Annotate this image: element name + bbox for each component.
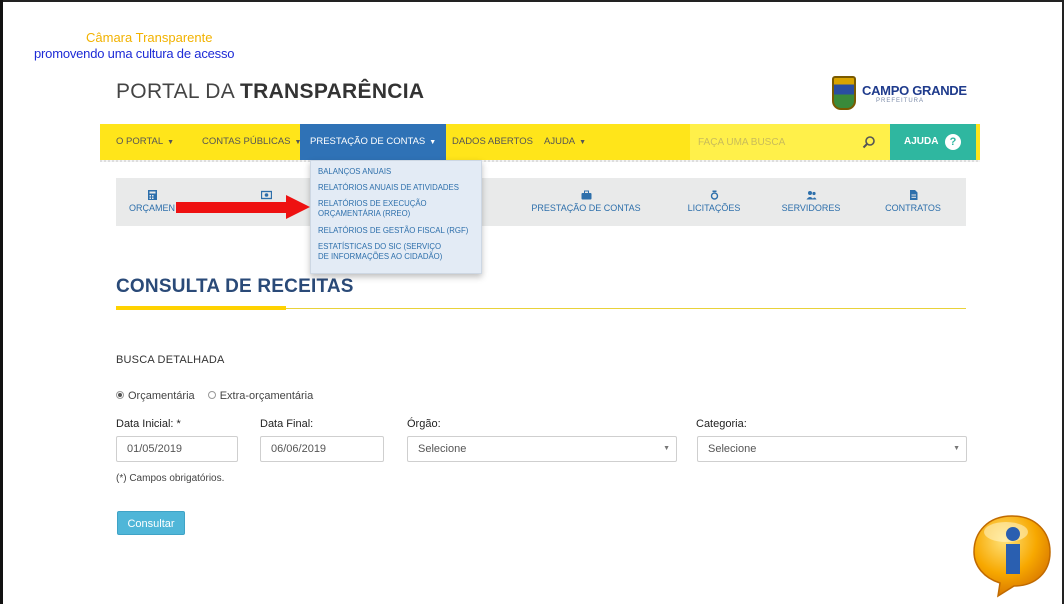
- caret-down-icon: ▼: [167, 139, 175, 146]
- data-inicial-label: Data Inicial: *: [116, 418, 181, 430]
- subnav-orcamento[interactable]: ORÇAMEN: [122, 190, 182, 213]
- site-brand[interactable]: PORTAL DA TRANSPARÊNCIA: [116, 80, 424, 104]
- logo-text: CAMPO GRANDE: [862, 83, 967, 98]
- portal-page: PORTAL DA TRANSPARÊNCIA CAMPO GRANDE PRE…: [100, 68, 980, 604]
- radio-label: Orçamentária: [128, 390, 195, 403]
- crest-icon: [832, 76, 856, 110]
- radio-extra-orcamentaria[interactable]: [207, 391, 216, 400]
- radio-orcamentaria[interactable]: [116, 391, 124, 400]
- info-icon: [973, 515, 1051, 598]
- help-button[interactable]: AJUDA ?: [890, 124, 976, 160]
- campo-grande-logo[interactable]: CAMPO GRANDE PREFEITURA: [832, 74, 978, 114]
- users-icon: [806, 191, 816, 200]
- document-icon: [909, 190, 917, 200]
- subnav-label: ORÇAMEN: [128, 203, 175, 213]
- categoria-label: Categoria:: [696, 418, 747, 430]
- subnav-label: CONTRATOS: [885, 203, 941, 213]
- nav-dados-abertos[interactable]: DADOS ABERTOS: [452, 124, 533, 160]
- orgao-select[interactable]: Selecione ▼: [407, 436, 677, 462]
- subnav-contratos[interactable]: CONTRATOS: [878, 190, 948, 213]
- radio-label: Extra-orçamentária: [219, 390, 314, 403]
- required-fields-note: (*) Campos obrigatórios.: [116, 473, 225, 484]
- subnav-label: LICITAÇÕES: [687, 203, 741, 213]
- menu-item-estatisticas-sic[interactable]: ESTATÍSTICAS DO SIC (SERVIÇO DE INFORMAÇ…: [318, 242, 448, 261]
- receita-type-radio-group: Orçamentária Extra-orçamentária: [116, 390, 323, 402]
- menu-item-relatorios-anuais[interactable]: RELATÓRIOS ANUAIS DE ATIVIDADES: [318, 183, 478, 193]
- logo-subtext: PREFEITURA: [876, 98, 925, 104]
- calculator-icon: [147, 190, 157, 200]
- slide-subtitle: promovendo uma cultura de acesso: [34, 46, 235, 61]
- page-title: CONSULTA DE RECEITAS: [116, 276, 354, 297]
- site-header: PORTAL DA TRANSPARÊNCIA CAMPO GRANDE PRE…: [100, 68, 980, 124]
- data-inicial-field[interactable]: 01/05/2019: [116, 436, 238, 462]
- prestacao-dropdown-menu: BALANÇOS ANUAIS RELATÓRIOS ANUAIS DE ATI…: [310, 160, 482, 274]
- subnav-prestacao-de-contas[interactable]: PRESTAÇÃO DE CONTAS: [524, 190, 648, 213]
- busca-detalhada-label: BUSCA DETALHADA: [116, 354, 225, 366]
- red-arrow-shaft: [176, 202, 288, 213]
- question-icon: ?: [945, 134, 961, 150]
- field-value: 01/05/2019: [127, 443, 183, 455]
- orgao-label: Órgão:: [407, 418, 441, 430]
- field-value: 06/06/2019: [271, 443, 327, 455]
- select-value: Selecione: [418, 443, 467, 455]
- menu-item-rreo[interactable]: RELATÓRIOS DE EXECUÇÃO ORÇAMENTÁRIA (RRE…: [318, 199, 438, 218]
- menu-item-balancos-anuais[interactable]: BALANÇOS ANUAIS: [318, 167, 478, 177]
- subnav-label: SERVIDORES: [781, 203, 841, 213]
- search-box: [690, 124, 890, 160]
- categoria-select[interactable]: Selecione ▼: [697, 436, 967, 462]
- chevron-down-icon: ▼: [953, 445, 960, 452]
- caret-down-icon: ▼: [579, 139, 587, 146]
- money-icon: [260, 190, 272, 200]
- title-underline-accent: [116, 306, 286, 310]
- nav-label: CONTAS PÚBLICAS: [202, 136, 291, 147]
- brand-light-text: PORTAL DA: [116, 80, 240, 103]
- data-final-field[interactable]: 06/06/2019: [260, 436, 384, 462]
- search-icon[interactable]: [862, 135, 876, 149]
- subnav-licitacoes[interactable]: LICITAÇÕES: [682, 190, 746, 213]
- nav-contas-publicas[interactable]: CONTAS PÚBLICAS ▼: [202, 124, 301, 160]
- search-input[interactable]: [698, 134, 848, 150]
- red-arrow-head-icon: [286, 195, 310, 219]
- data-final-label: Data Final:: [260, 418, 314, 430]
- menu-item-rgf[interactable]: RELATÓRIOS DE GESTÃO FISCAL (RGF): [318, 226, 478, 236]
- gavel-icon: [710, 190, 718, 200]
- navbar-divider: [100, 160, 980, 162]
- consultar-button[interactable]: Consultar: [117, 511, 185, 535]
- nav-label: O PORTAL: [116, 136, 164, 147]
- nav-prestacao-de-contas[interactable]: PRESTAÇÃO DE CONTAS ▼: [300, 124, 447, 160]
- subnav-label: PRESTAÇÃO DE CONTAS: [531, 203, 641, 213]
- select-value: Selecione: [708, 443, 757, 455]
- help-label: AJUDA: [904, 136, 939, 147]
- briefcase-icon: [581, 190, 591, 200]
- frame-left-border: [0, 0, 3, 604]
- main-navbar: O PORTAL ▼ CONTAS PÚBLICAS ▼ PRESTAÇÃO DE …: [100, 124, 980, 160]
- nav-label: DADOS ABERTOS: [452, 136, 533, 147]
- caret-down-icon: ▼: [429, 139, 437, 146]
- subnav-servidores[interactable]: SERVIDORES: [776, 190, 846, 213]
- nav-o-portal[interactable]: O PORTAL ▼: [116, 124, 174, 160]
- nav-ajuda[interactable]: AJUDA ▼: [544, 124, 586, 160]
- frame-top-border: [0, 0, 1064, 2]
- chevron-down-icon: ▼: [663, 445, 670, 452]
- slide-title: Câmara Transparente: [86, 30, 213, 45]
- nav-label: PRESTAÇÃO DE CONTAS: [310, 136, 426, 147]
- nav-label: AJUDA: [544, 136, 576, 147]
- brand-bold-text: TRANSPARÊNCIA: [240, 80, 425, 103]
